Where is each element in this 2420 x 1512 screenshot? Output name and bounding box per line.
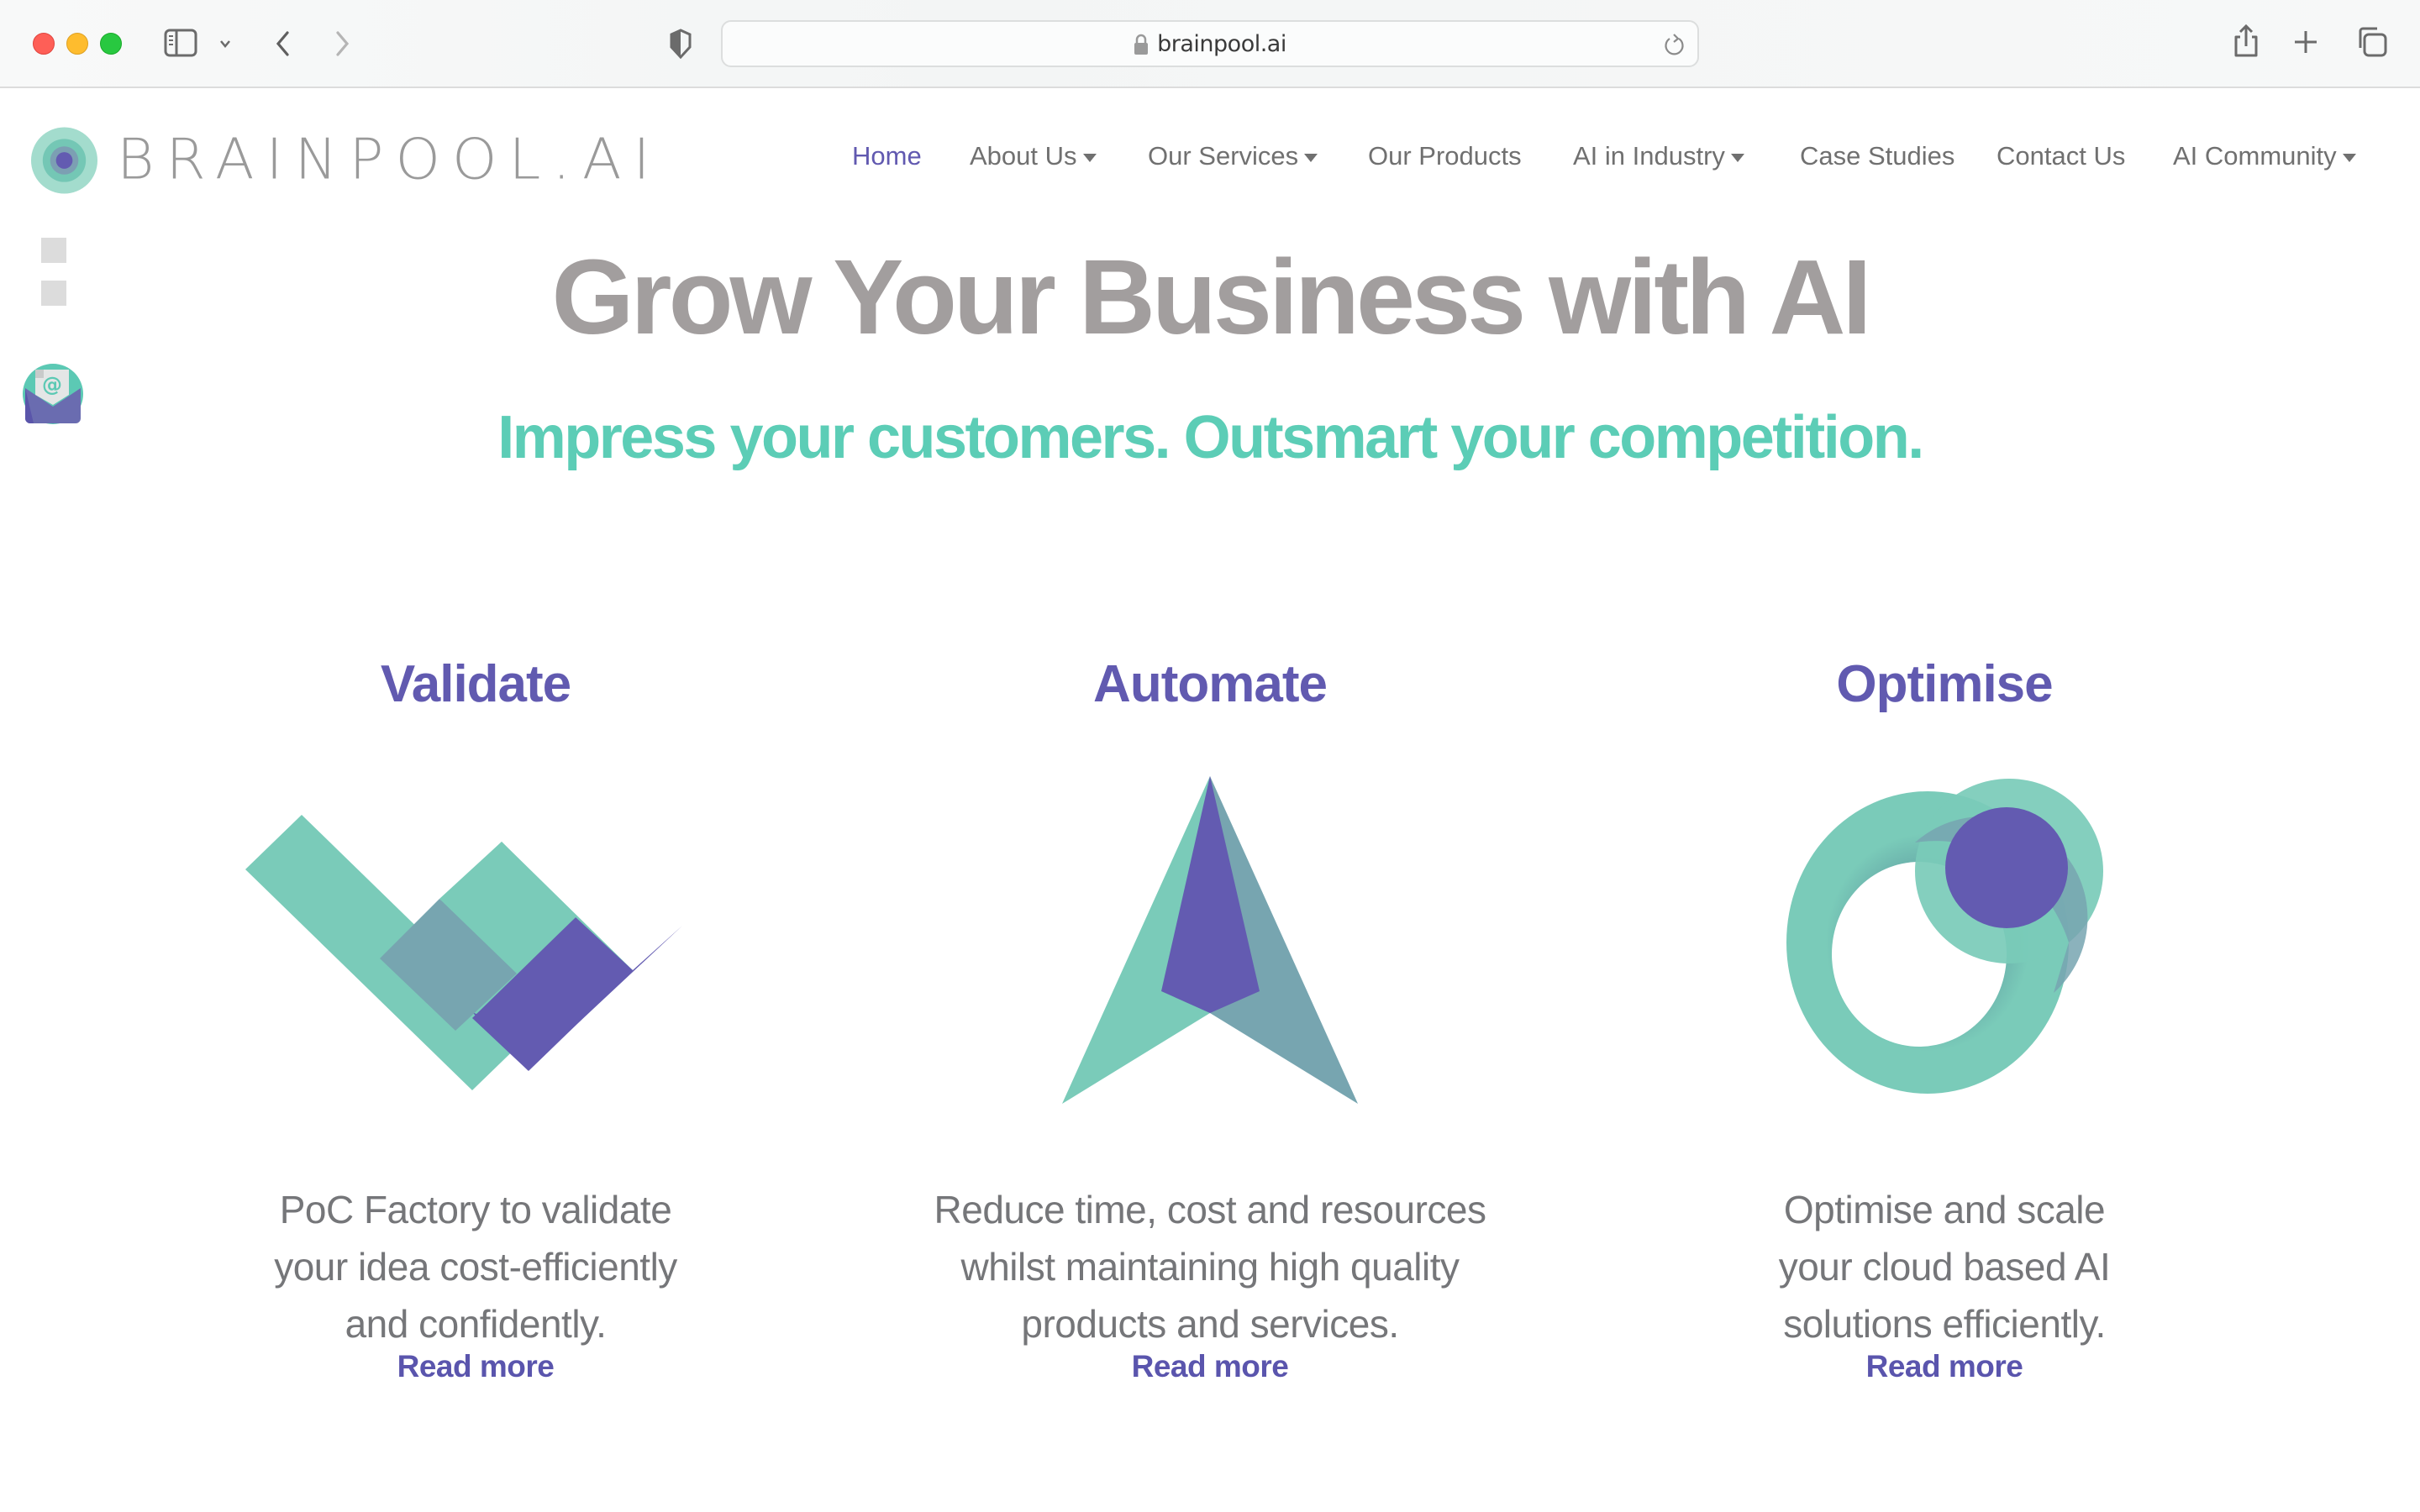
feature-title: Automate xyxy=(1093,655,1328,713)
nav-label: Our Products xyxy=(1368,141,1522,171)
chevron-right-icon[interactable] xyxy=(329,27,356,60)
read-more-link[interactable]: Read more xyxy=(1132,1349,1289,1384)
close-window-button[interactable] xyxy=(33,33,55,55)
nav-about-us[interactable]: About Us xyxy=(970,141,1097,171)
feature-description: PoC Factory to validate your idea cost-e… xyxy=(156,1181,795,1352)
nav-our-services[interactable]: Our Services xyxy=(1148,141,1318,171)
feature-automate: Automate Reduce time, cost and resources… xyxy=(891,647,1529,1384)
nav-case-studies[interactable]: Case Studies xyxy=(1800,141,1954,171)
feature-description: Reduce time, cost and resources whilst m… xyxy=(891,1181,1529,1352)
reload-icon[interactable] xyxy=(1662,32,1686,57)
hero-subtitle: Impress your customers. Outsmart your co… xyxy=(497,404,1924,471)
svg-text:@: @ xyxy=(42,373,62,396)
description-line: PoC Factory to validate xyxy=(279,1188,672,1231)
lock-icon xyxy=(1134,34,1149,55)
validate-check-icon xyxy=(245,815,682,1090)
shield-icon[interactable] xyxy=(668,27,693,60)
description-line: products and services. xyxy=(1021,1302,1399,1346)
read-more-link[interactable]: Read more xyxy=(397,1349,555,1384)
nav-label: Home xyxy=(852,141,922,171)
read-more-link[interactable]: Read more xyxy=(1866,1349,2023,1384)
nav-label: Case Studies xyxy=(1800,141,1955,171)
nav-our-products[interactable]: Our Products xyxy=(1368,141,1522,171)
feature-optimise: Optimise Optimise and scale your cloud b… xyxy=(1625,647,2264,1384)
nav-ai-community[interactable]: AI Community xyxy=(2173,141,2356,171)
zoom-window-button[interactable] xyxy=(100,33,122,55)
nav-label: AI Community xyxy=(2173,141,2337,171)
minimize-window-button[interactable] xyxy=(66,33,88,55)
feature-title: Validate xyxy=(380,655,571,713)
site-logo[interactable]: BRAINPOOL.AI xyxy=(30,126,662,195)
description-line: solutions efficiently. xyxy=(1783,1302,2106,1346)
share-icon[interactable] xyxy=(2231,24,2261,59)
description-line: and confidently. xyxy=(345,1302,607,1346)
address-bar[interactable]: brainpool.ai xyxy=(721,20,1699,67)
nav-contact-us[interactable]: Contact Us xyxy=(1996,141,2125,171)
logo-text: BRAINPOOL.AI xyxy=(117,127,662,193)
sidebar-icon[interactable] xyxy=(164,29,197,57)
feature-description: Optimise and scale your cloud based AI s… xyxy=(1625,1181,2264,1352)
caret-down-icon xyxy=(1082,154,1097,162)
description-line: whilst maintaining high quality xyxy=(960,1245,1460,1289)
tabs-icon[interactable] xyxy=(2354,25,2388,59)
main-navigation: Home About Us Our Services Our Products … xyxy=(840,141,2420,183)
chevron-down-icon[interactable] xyxy=(215,32,235,55)
nav-ai-in-industry[interactable]: AI in Industry xyxy=(1573,141,1744,171)
url-text: brainpool.ai xyxy=(1157,30,1286,57)
description-line: Optimise and scale xyxy=(1783,1188,2106,1231)
hero-title: Grow Your Business with AI xyxy=(551,238,1872,356)
nav-home[interactable]: Home xyxy=(852,141,922,171)
browser-toolbar: brainpool.ai xyxy=(0,0,2420,88)
description-line: Reduce time, cost and resources xyxy=(934,1188,1486,1231)
chevron-left-icon[interactable] xyxy=(269,27,296,60)
description-line: your idea cost-efficiently xyxy=(274,1245,677,1289)
caret-down-icon xyxy=(2342,154,2356,162)
caret-down-icon xyxy=(1304,154,1318,162)
automate-arrow-icon xyxy=(1062,776,1358,1104)
nav-label: About Us xyxy=(970,141,1077,171)
nav-label: Contact Us xyxy=(1996,141,2126,171)
brainpool-logo-icon xyxy=(30,127,98,194)
description-line: your cloud based AI xyxy=(1778,1245,2111,1289)
optimise-rings-icon xyxy=(1786,779,2103,1094)
plus-icon[interactable] xyxy=(2292,27,2319,57)
feature-validate: Validate PoC Factory to validate your id… xyxy=(156,647,795,1384)
nav-label: Our Services xyxy=(1148,141,1299,171)
nav-label: AI in Industry xyxy=(1573,141,1725,171)
feature-title: Optimise xyxy=(1836,655,2053,713)
caret-down-icon xyxy=(1730,154,1744,162)
